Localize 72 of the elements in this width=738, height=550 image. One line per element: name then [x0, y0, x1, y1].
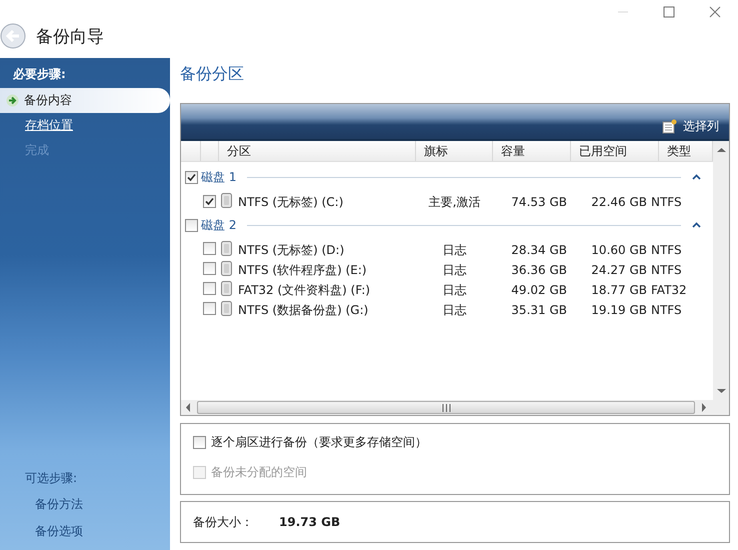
checkbox[interactable]	[193, 436, 206, 449]
scroll-down-icon[interactable]	[716, 388, 726, 394]
grip-icon	[442, 404, 450, 412]
step-item: 备份选项	[35, 523, 84, 540]
collapse-icon[interactable]	[692, 222, 701, 228]
arrow-icon	[6, 94, 19, 107]
disk-icon	[221, 301, 232, 316]
scroll-right-icon[interactable]	[701, 403, 707, 412]
checkbox[interactable]	[203, 282, 216, 295]
scroll-left-icon[interactable]	[185, 403, 191, 412]
table-cell-text: 日志	[442, 302, 468, 318]
step-item: 完成	[24, 142, 50, 159]
table-cell-text: FAT32	[650, 283, 688, 297]
column-header[interactable]: 旗标	[416, 141, 493, 161]
scroll-up-icon[interactable]	[716, 147, 726, 153]
choose-columns-button[interactable]: 选择列	[662, 118, 719, 135]
column-header[interactable]: 已用空间	[571, 141, 659, 161]
checkbox[interactable]	[203, 195, 216, 208]
maximize-icon	[663, 6, 675, 18]
window-title: 备份向导	[36, 26, 104, 48]
table-cell-text: 74.53 GB	[510, 195, 567, 209]
checkbox[interactable]	[203, 302, 216, 315]
table-cell-text: 49.02 GB	[510, 283, 567, 297]
step-item[interactable]: 存档位置	[0, 113, 170, 138]
table-cell-text: NTFS (无标签) (C:)	[238, 194, 344, 210]
checkbox[interactable]	[185, 218, 198, 232]
column-header[interactable]: 分区	[219, 141, 416, 161]
table-cell-text: 日志	[442, 282, 468, 298]
table-cell-text: NTFS	[650, 243, 683, 257]
table-cell-text: NTFS (无标签) (D:)	[238, 242, 346, 258]
collapse-icon[interactable]	[692, 174, 701, 180]
step-item[interactable]: 备份内容	[24, 92, 72, 109]
summary-label: 备份大小：	[193, 514, 253, 530]
table-cell-text: 35.31 GB	[510, 303, 567, 317]
table-cell-text: 日志	[442, 262, 468, 278]
disk-icon	[221, 281, 232, 296]
section-header: 可选步骤:	[25, 470, 78, 487]
disk-group-label: 磁盘 1	[201, 168, 236, 186]
page-title: 备份分区	[180, 63, 245, 85]
checkbox[interactable]	[185, 170, 198, 184]
option-label: 备份未分配的空间	[211, 464, 307, 481]
table-cell-text: NTFS (软件程序盘) (E:)	[238, 262, 368, 278]
table-cell-text: 28.34 GB	[510, 243, 567, 257]
table-cell-text: NTFS	[650, 303, 683, 317]
table-cell-text: 日志	[442, 242, 468, 258]
table-cell-text: NTFS (数据备份盘) (G:)	[238, 302, 370, 318]
disk-icon	[221, 241, 232, 256]
checkbox[interactable]	[203, 262, 216, 275]
table-cell-text: FAT32 (文件资料盘) (F:)	[238, 282, 372, 298]
table-cell-text: NTFS	[650, 195, 683, 209]
scroll-thumb[interactable]	[197, 401, 695, 414]
table-cell-text: 22.46 GB	[590, 195, 647, 209]
table-cell-text: NTFS	[650, 263, 683, 277]
table-cell-text: 18.77 GB	[590, 283, 647, 297]
table-cell-text: 19.19 GB	[590, 303, 647, 317]
close-icon	[709, 6, 721, 18]
disk-icon	[221, 261, 232, 276]
option-label: 逐个扇区进行备份（要求更多存储空间）	[211, 434, 427, 451]
table-cell-text: 36.36 GB	[510, 263, 567, 277]
disk-group-label: 磁盘 2	[201, 216, 236, 234]
table-cell-text: 主要,激活	[428, 194, 482, 210]
column-header[interactable]: 容量	[493, 141, 571, 161]
section-header: 必要步骤:	[13, 67, 66, 81]
vertical-scrollbar[interactable]	[713, 141, 729, 400]
horizontal-scrollbar[interactable]	[181, 400, 729, 415]
checkbox[interactable]	[203, 242, 216, 255]
disk-icon	[221, 193, 232, 208]
step-item: 备份方法	[35, 496, 84, 513]
summary-value: 19.73 GB	[279, 515, 340, 529]
table-cell-text: 10.60 GB	[590, 243, 647, 257]
table-cell-text: 24.27 GB	[590, 263, 647, 277]
columns-icon	[662, 119, 677, 134]
